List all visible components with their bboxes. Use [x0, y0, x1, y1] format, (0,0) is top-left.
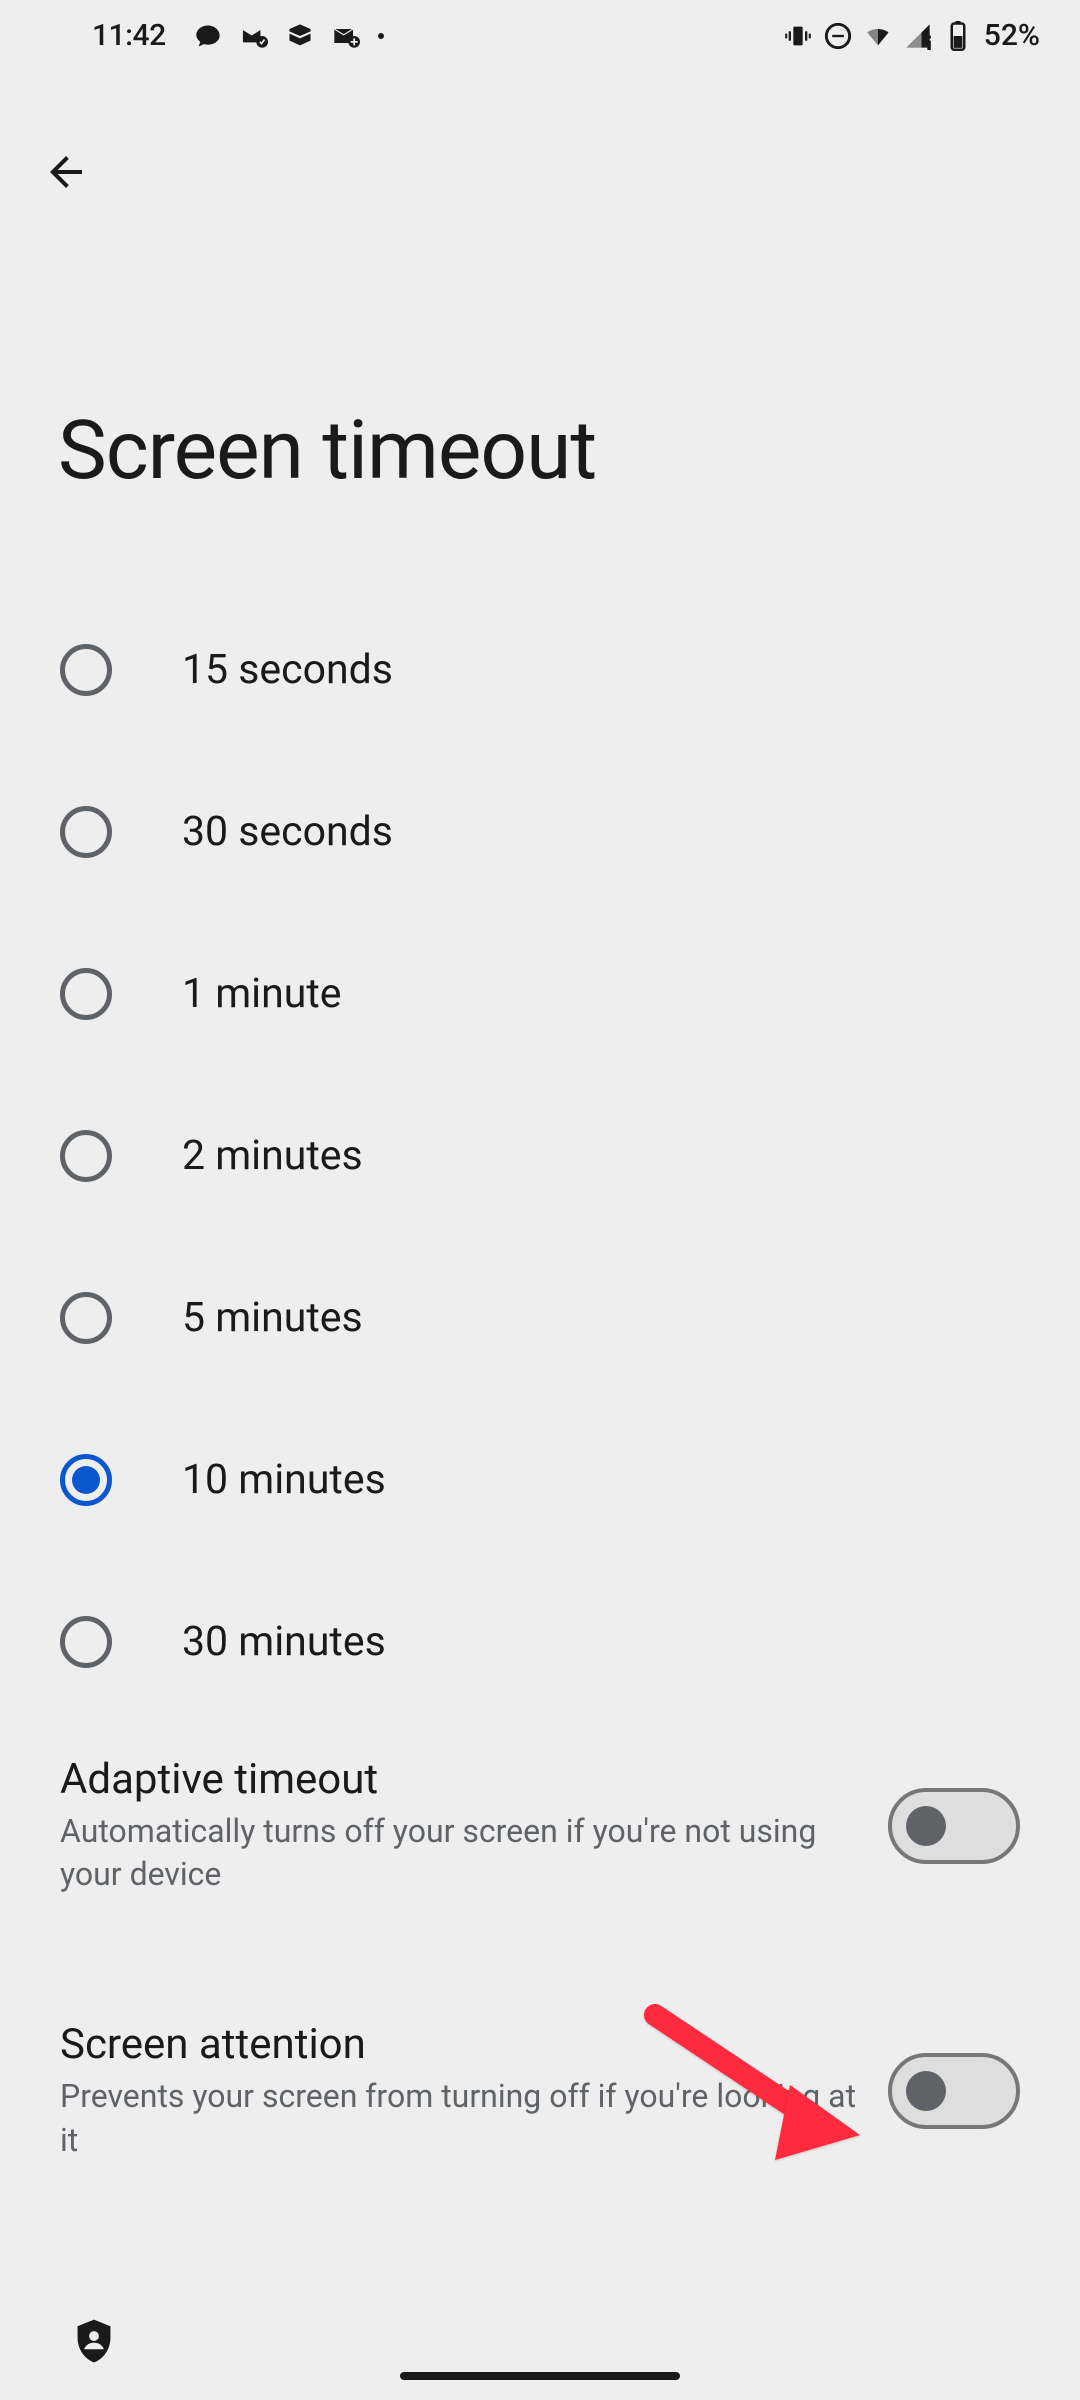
radio-label: 1 minute	[182, 970, 342, 1018]
status-right: 52%	[784, 18, 1040, 53]
box-icon	[286, 22, 314, 50]
page-title: Screen timeout	[58, 403, 1080, 499]
radio-option-30s[interactable]: 30 seconds	[0, 751, 1080, 913]
signal-icon	[904, 22, 932, 50]
wifi-icon	[864, 22, 892, 50]
radio-label: 30 seconds	[182, 808, 393, 856]
status-left: 11:42	[92, 18, 384, 53]
radio-label: 2 minutes	[182, 1132, 363, 1180]
status-battery-text: 52%	[984, 18, 1040, 53]
radio-option-30m[interactable]: 30 minutes	[0, 1561, 1080, 1723]
privacy-shield-icon	[74, 2318, 114, 2368]
toggle-thumb	[906, 1806, 946, 1846]
adaptive-timeout-row[interactable]: Adaptive timeout Automatically turns off…	[0, 1723, 1080, 1928]
radio-icon	[60, 1616, 112, 1668]
radio-label: 15 seconds	[182, 646, 393, 694]
adaptive-timeout-desc: Automatically turns off your screen if y…	[60, 1810, 858, 1896]
radio-option-2m[interactable]: 2 minutes	[0, 1075, 1080, 1237]
status-clock: 11:42	[92, 18, 166, 53]
radio-label: 30 minutes	[182, 1618, 386, 1666]
radio-icon	[60, 644, 112, 696]
radio-option-5m[interactable]: 5 minutes	[0, 1237, 1080, 1399]
radio-icon	[60, 806, 112, 858]
arrow-back-icon	[42, 148, 90, 196]
screen-attention-toggle[interactable]	[888, 2053, 1020, 2129]
back-button[interactable]	[30, 136, 102, 208]
screen-attention-desc: Prevents your screen from turning off if…	[60, 2075, 858, 2161]
dnd-icon	[824, 22, 852, 50]
adaptive-timeout-toggle[interactable]	[888, 1788, 1020, 1864]
radio-icon	[60, 1454, 112, 1506]
screen-attention-row[interactable]: Screen attention Prevents your screen fr…	[0, 1988, 1080, 2193]
status-bar: 11:42 52%	[0, 0, 1080, 71]
battery-icon	[944, 22, 972, 50]
radio-icon	[60, 968, 112, 1020]
status-overflow-dot	[378, 33, 384, 39]
chat-icon	[194, 22, 222, 50]
adaptive-timeout-texts: Adaptive timeout Automatically turns off…	[60, 1755, 858, 1896]
radio-option-10m[interactable]: 10 minutes	[0, 1399, 1080, 1561]
toggle-thumb	[906, 2071, 946, 2111]
mail-icon	[240, 22, 268, 50]
timeout-options-list: 15 seconds 30 seconds 1 minute 2 minutes…	[0, 589, 1080, 1723]
screen-attention-title: Screen attention	[60, 2020, 858, 2069]
radio-icon	[60, 1130, 112, 1182]
radio-label: 5 minutes	[182, 1294, 363, 1342]
radio-option-15s[interactable]: 15 seconds	[0, 589, 1080, 751]
screen-attention-texts: Screen attention Prevents your screen fr…	[60, 2020, 858, 2161]
mail2-icon	[332, 22, 360, 50]
radio-label: 10 minutes	[182, 1456, 386, 1504]
vibrate-icon	[784, 22, 812, 50]
radio-option-1m[interactable]: 1 minute	[0, 913, 1080, 1075]
radio-icon	[60, 1292, 112, 1344]
gesture-nav-bar[interactable]	[400, 2372, 680, 2380]
adaptive-timeout-title: Adaptive timeout	[60, 1755, 858, 1804]
